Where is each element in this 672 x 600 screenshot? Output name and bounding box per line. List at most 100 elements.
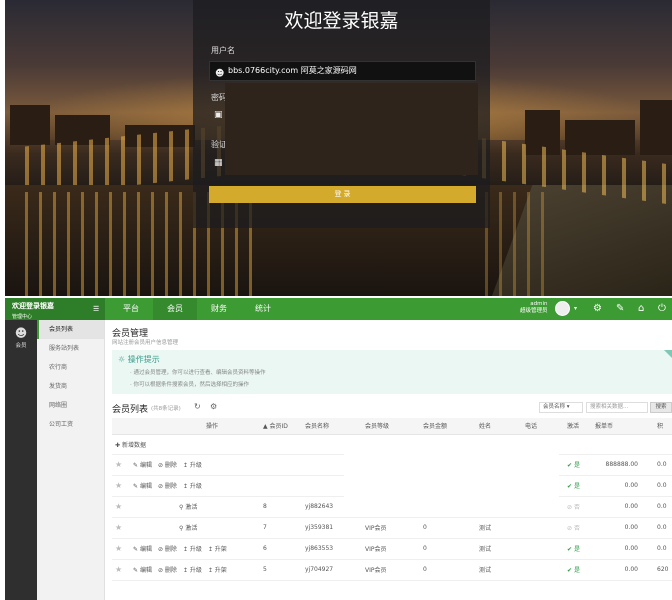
submenu-wages[interactable]: 公司工资 — [37, 415, 104, 434]
active-cell[interactable]: ⊘ 否 — [564, 496, 592, 518]
star-icon[interactable]: ★ — [115, 565, 122, 574]
delete-label: 删除 — [164, 462, 177, 469]
id-cell: 7 — [260, 517, 302, 539]
brand: 欢迎登录银嘉 管理中心 — [5, 298, 105, 320]
top-navbar: 欢迎登录银嘉 管理中心 ☰ 平台 会员 财务 统计 admin 超级管理员 ▾ … — [5, 298, 672, 320]
login-button[interactable]: 登 录 — [209, 186, 476, 203]
submenu-agri[interactable]: 农行商 — [37, 358, 104, 377]
active-cell[interactable]: ✔ 是 — [564, 475, 592, 497]
delete-button[interactable]: ⊘ 删除 — [158, 546, 177, 553]
star-icon[interactable]: ★ — [115, 481, 122, 490]
active-toggle[interactable]: ✔ 是 — [567, 567, 580, 574]
login-panel: 欢迎登录银嘉 用户名 ☻ bbs.0766city.com 阿莫之家源码网 密码… — [193, 0, 490, 228]
submenu-network[interactable]: 网络圈 — [37, 396, 104, 415]
search-button[interactable]: 搜索 — [650, 402, 672, 413]
edit-button[interactable]: ✎ 编辑 — [133, 567, 152, 574]
active-cell[interactable]: ✔ 是 — [564, 538, 592, 560]
edit-button[interactable]: ✎ 编辑 — [133, 546, 152, 553]
col-realname: 姓名 — [476, 418, 522, 435]
nav-finance[interactable]: 财务 — [197, 298, 241, 320]
edit-button[interactable]: ✎ 编辑 — [133, 462, 152, 469]
avatar[interactable] — [555, 301, 570, 316]
building — [565, 120, 635, 155]
delete-label: 删除 — [164, 483, 177, 490]
tip-text: 你可以根据条件搜索会员，然后选择相应的操作 — [133, 382, 250, 388]
login-title: 欢迎登录银嘉 — [284, 10, 399, 32]
amount-cell: 0 — [420, 517, 476, 539]
username-label: 用户名 — [211, 46, 235, 55]
active-cell[interactable]: ✔ 是 — [564, 454, 592, 476]
active-toggle[interactable]: ⊘ 否 — [567, 525, 580, 532]
upgrade-button[interactable]: ↥ 升架 — [208, 546, 227, 553]
nav-stats[interactable]: 统计 — [241, 298, 285, 320]
star-icon[interactable]: ★ — [115, 502, 122, 511]
filter-select[interactable]: 会员名称 ▾ — [539, 402, 583, 413]
activate-button[interactable]: ⚲ 激活 — [179, 504, 197, 511]
col-name: 会员名称 — [302, 418, 362, 435]
module-bar: ☻ 会员 — [5, 320, 37, 600]
points-cell: 0.0 — [654, 454, 672, 476]
level-up-button[interactable]: ↥ 升级 — [183, 483, 202, 490]
sub-menu: 会员列表 服务站列表 农行商 发货商 网络圈 公司工资 — [37, 320, 105, 600]
nav-platform[interactable]: 平台 — [109, 298, 153, 320]
active-toggle[interactable]: ✔ 是 — [567, 462, 580, 469]
star-icon[interactable]: ★ — [115, 544, 122, 553]
add-data-button[interactable]: ✚ 新增数据 — [115, 442, 146, 449]
delete-button[interactable]: ⊘ 删除 — [158, 567, 177, 574]
submenu-shippers[interactable]: 发货商 — [37, 377, 104, 396]
star-icon[interactable]: ★ — [115, 460, 122, 469]
user-info[interactable]: admin 超级管理员 — [520, 301, 548, 315]
brush-icon[interactable]: ✎ — [616, 303, 624, 314]
sitemap-icon[interactable]: ⚙ — [593, 303, 602, 314]
delete-button[interactable]: ⊘ 删除 — [158, 483, 177, 490]
level-up-button[interactable]: ↥ 升级 — [183, 462, 202, 469]
table-row: ★ ✎ 编辑 ⊘ 删除 ↥ 升级 ↥ 升架 5 yj704927 VIP会员 0 测试 ✔ 是 0.0… — [112, 559, 672, 581]
submenu-stations[interactable]: 服务站列表 — [37, 339, 104, 358]
level-up-button[interactable]: ↥ 升级 — [183, 567, 202, 574]
active-toggle[interactable]: ✔ 是 — [567, 483, 580, 490]
edit-button[interactable]: ✎ 编辑 — [133, 483, 152, 490]
login-screenshot: 欢迎登录银嘉 用户名 ☻ bbs.0766city.com 阿莫之家源码网 密码… — [5, 0, 672, 296]
captcha-icon: ▦ — [214, 158, 223, 168]
realname-cell: 测试 — [476, 559, 522, 581]
collapse-corner[interactable] — [664, 350, 672, 358]
upgrade-label: 升架 — [214, 546, 227, 553]
active-cell[interactable]: ✔ 是 — [564, 559, 592, 581]
tip-text: 通过会员管理，你可以进行查看、编辑会员资料等操作 — [133, 370, 266, 376]
chevron-down-icon[interactable]: ▾ — [574, 305, 577, 312]
username-input[interactable]: ☻ bbs.0766city.com 阿莫之家源码网 — [209, 61, 476, 81]
activate-button[interactable]: ⚲ 激活 — [179, 525, 197, 532]
redacted-area — [225, 83, 478, 175]
user-role: 超级管理员 — [520, 308, 548, 314]
active-label: 是 — [573, 546, 580, 553]
main-nav: 平台 会员 财务 统计 — [109, 298, 285, 320]
points-cell: 0.0 — [654, 475, 672, 497]
level-up-label: 升级 — [189, 483, 202, 490]
phone-cell — [522, 559, 564, 581]
level-up-button[interactable]: ↥ 升级 — [183, 546, 202, 553]
star-icon[interactable]: ★ — [115, 523, 122, 532]
ops-cell: ⚲ 激活 — [130, 496, 260, 518]
col-id[interactable]: ▲ 会员ID — [260, 418, 302, 435]
submenu-member-list[interactable]: 会员列表 — [37, 320, 104, 339]
upgrade-button[interactable]: ↥ 升架 — [208, 567, 227, 574]
active-toggle[interactable]: ⊘ 否 — [567, 504, 580, 511]
add-label: 新增数据 — [121, 441, 146, 449]
active-toggle[interactable]: ✔ 是 — [567, 546, 580, 553]
home-icon[interactable]: ⌂ — [638, 303, 644, 314]
module-members[interactable]: ☻ 会员 — [5, 326, 37, 349]
active-label: 是 — [573, 462, 580, 469]
search-input[interactable]: 搜索相关数据... — [586, 402, 648, 413]
menu-toggle-icon[interactable]: ☰ — [93, 305, 99, 313]
refresh-icon[interactable]: ↻ — [194, 402, 201, 411]
active-cell[interactable]: ⊘ 否 — [564, 517, 592, 539]
nav-members[interactable]: 会员 — [153, 298, 197, 320]
coin-cell: 0.00 — [592, 559, 654, 581]
col-star — [112, 418, 130, 435]
delete-button[interactable]: ⊘ 删除 — [158, 462, 177, 469]
active-label: 否 — [573, 504, 580, 511]
name-cell: yj863553 — [302, 538, 362, 560]
settings-icon[interactable]: ⚙ — [210, 402, 217, 411]
power-icon[interactable]: ⏻ — [658, 303, 666, 314]
id-cell: 8 — [260, 496, 302, 518]
